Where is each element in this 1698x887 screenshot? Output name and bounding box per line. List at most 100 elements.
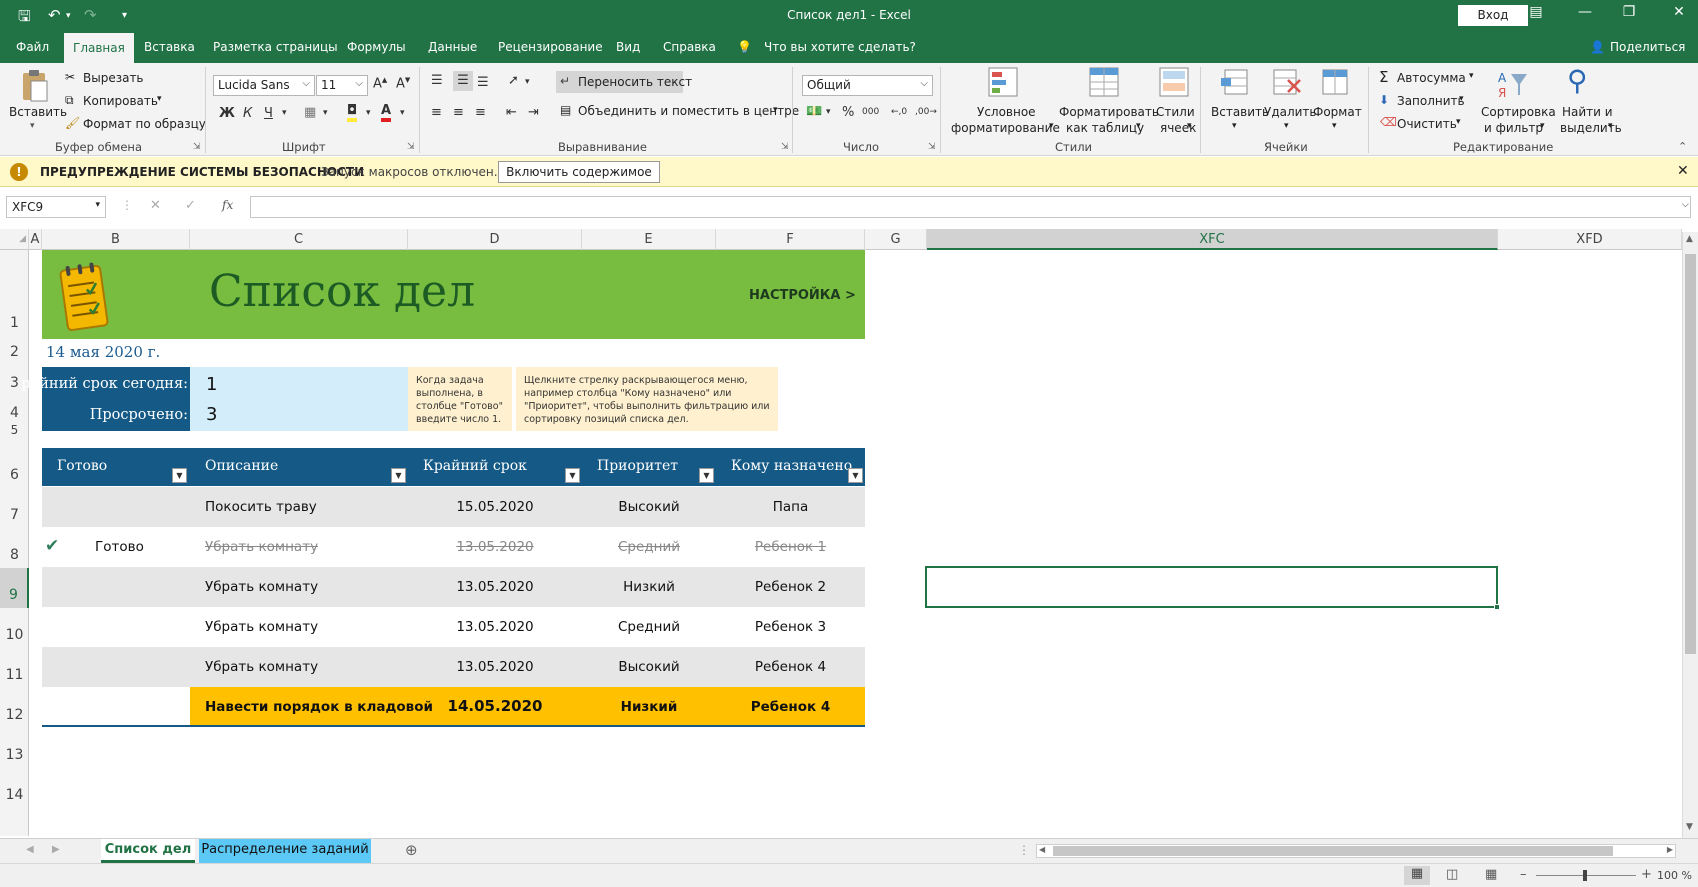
cell-assignee[interactable]: Ребенок 2 [716, 579, 865, 595]
col-header-e[interactable]: E [582, 229, 716, 250]
tab-file[interactable]: Файл [16, 40, 49, 54]
cell-due[interactable]: 14.05.2020 [408, 697, 582, 715]
decrease-decimal-icon[interactable]: ,00→ [915, 107, 937, 117]
col-header-a[interactable]: A [29, 229, 42, 250]
col-header-g[interactable]: G [865, 229, 927, 250]
filter-dropdown-icon[interactable]: ▼ [172, 468, 187, 483]
filter-dropdown-icon[interactable]: ▼ [565, 468, 580, 483]
delete-cells-icon[interactable] [1270, 66, 1302, 98]
conditional-formatting-label[interactable]: Условное [977, 105, 1036, 119]
setup-link[interactable]: НАСТРОЙКА > [749, 288, 856, 303]
tab-insert[interactable]: Вставка [144, 40, 195, 54]
zoom-level[interactable]: 100 % [1657, 869, 1692, 882]
col-header-xfd[interactable]: XFD [1498, 229, 1682, 250]
bold-button[interactable]: Ж [219, 106, 235, 121]
cell-description[interactable]: Убрать комнату [205, 539, 318, 555]
clear-dropdown-icon[interactable]: ▾ [1456, 117, 1461, 127]
row-header[interactable]: 10 [0, 627, 29, 643]
merge-dropdown-icon[interactable]: ▾ [773, 105, 778, 115]
number-format-combo[interactable]: Общий ⌵ [802, 75, 933, 96]
due-today-label[interactable]: райний срок сегодня: [21, 376, 188, 392]
conditional-formatting-label2[interactable]: форматирование [951, 121, 1060, 135]
cell-styles-dropdown-icon[interactable]: ▾ [1187, 121, 1192, 131]
alignment-launcher-icon[interactable]: ⇲ [781, 142, 789, 152]
cell-priority[interactable]: Высокий [582, 499, 716, 515]
cut-icon[interactable]: ✂ [65, 70, 75, 84]
underline-dropdown-icon[interactable]: ▾ [282, 108, 287, 118]
align-middle-icon[interactable]: ☰ [453, 71, 473, 91]
sort-filter-label2[interactable]: и фильтр [1484, 121, 1543, 135]
page-layout-view-icon[interactable]: ◫ [1446, 867, 1458, 882]
scroll-right-icon[interactable]: ▶ [1667, 845, 1673, 854]
zoom-slider-thumb[interactable] [1583, 870, 1587, 881]
paste-button[interactable]: Вставить [9, 105, 67, 119]
paste-dropdown-icon[interactable]: ▾ [30, 121, 35, 131]
cell-due[interactable]: 13.05.2020 [408, 579, 582, 595]
format-dropdown-icon[interactable]: ▾ [1332, 121, 1337, 131]
expand-formula-bar-icon[interactable]: ⌵ [1682, 200, 1689, 210]
cell-description[interactable]: Убрать комнату [205, 579, 318, 595]
filter-dropdown-icon[interactable]: ▼ [848, 468, 863, 483]
add-sheet-icon[interactable]: ⊕ [405, 841, 418, 859]
overdue-value[interactable]: 3 [206, 404, 217, 425]
copy-dropdown-icon[interactable]: ▾ [157, 94, 162, 104]
sign-in-button[interactable]: Вход [1458, 5, 1528, 26]
fill-dropdown-icon[interactable]: ▾ [1459, 94, 1464, 104]
close-icon[interactable]: ✕ [1677, 163, 1689, 179]
insert-dropdown-icon[interactable]: ▾ [1232, 121, 1237, 131]
zoom-slider[interactable] [1536, 870, 1636, 881]
italic-button[interactable]: К [243, 106, 252, 121]
autosum-icon[interactable]: Σ [1379, 68, 1388, 86]
cell-assignee[interactable]: Ребенок 4 [716, 659, 865, 675]
row-header[interactable]: 4 [0, 405, 29, 421]
increase-decimal-icon[interactable]: ←,0 [891, 107, 907, 117]
fill-color-icon[interactable]: ◘ [347, 104, 358, 122]
restore-icon[interactable]: ❐ [1614, 4, 1644, 20]
name-box[interactable]: XFC9 ▾ [6, 196, 106, 218]
clear-button[interactable]: Очистить [1397, 117, 1457, 131]
tab-formulas[interactable]: Формулы [347, 40, 406, 54]
sort-filter-icon[interactable]: АЯ [1497, 68, 1529, 100]
tab-review[interactable]: Рецензирование [498, 40, 603, 54]
tab-page-layout[interactable]: Разметка страницы [213, 40, 338, 54]
font-color-icon[interactable]: A [381, 104, 392, 122]
filter-dropdown-icon[interactable]: ▼ [699, 468, 714, 483]
formula-input[interactable] [250, 196, 1691, 218]
row-header-selected[interactable]: 9 [0, 568, 29, 608]
scroll-up-icon[interactable]: ▲ [1686, 234, 1693, 244]
vertical-scrollbar[interactable]: ▲ ▼ [1682, 232, 1698, 838]
copy-button[interactable]: Копировать [83, 94, 158, 108]
format-as-table-icon[interactable] [1088, 66, 1120, 98]
increase-font-icon[interactable]: A▲ [373, 76, 387, 91]
cell-description[interactable]: Навести порядок в кладовой [205, 699, 433, 715]
cell-assignee[interactable]: Ребенок 1 [716, 539, 865, 555]
align-top-icon[interactable]: ☰ [431, 73, 443, 88]
align-right-icon[interactable]: ≡ [475, 105, 486, 120]
currency-icon[interactable]: 💵 [806, 104, 822, 119]
tab-home[interactable]: Главная [64, 33, 134, 63]
conditional-dropdown-icon[interactable]: ▾ [1049, 121, 1054, 131]
row-header[interactable]: 11 [0, 667, 29, 683]
merge-center-button[interactable]: Объединить и поместить в центре [578, 104, 799, 118]
tab-view[interactable]: Вид [616, 40, 640, 54]
font-size-combo[interactable]: 11 ⌵ [316, 75, 368, 96]
format-as-table-label[interactable]: Форматировать [1059, 105, 1159, 119]
selected-cell-xfc9[interactable] [925, 566, 1500, 610]
select-all-corner[interactable]: ◢ [0, 229, 29, 250]
currency-dropdown-icon[interactable]: ▾ [826, 107, 831, 117]
percent-icon[interactable]: % [842, 105, 854, 120]
due-today-value[interactable]: 1 [206, 374, 217, 395]
font-launcher-icon[interactable]: ⇲ [407, 142, 415, 152]
cell-assignee[interactable]: Ребенок 3 [716, 619, 865, 635]
share-button[interactable]: Поделиться [1610, 40, 1685, 54]
cell-priority[interactable]: Средний [582, 619, 716, 635]
number-launcher-icon[interactable]: ⇲ [928, 142, 936, 152]
vertical-scroll-thumb[interactable] [1685, 254, 1696, 654]
cell-due[interactable]: 13.05.2020 [408, 619, 582, 635]
sheet-tab-assignments[interactable]: Распределение заданий [199, 839, 371, 863]
format-as-table-dropdown-icon[interactable]: ▾ [1136, 121, 1141, 131]
underline-button[interactable]: Ч [264, 106, 273, 121]
font-color-dropdown-icon[interactable]: ▾ [400, 108, 405, 118]
copy-icon[interactable]: ⧉ [65, 93, 74, 108]
name-box-dropdown-icon[interactable]: ▾ [95, 200, 100, 210]
